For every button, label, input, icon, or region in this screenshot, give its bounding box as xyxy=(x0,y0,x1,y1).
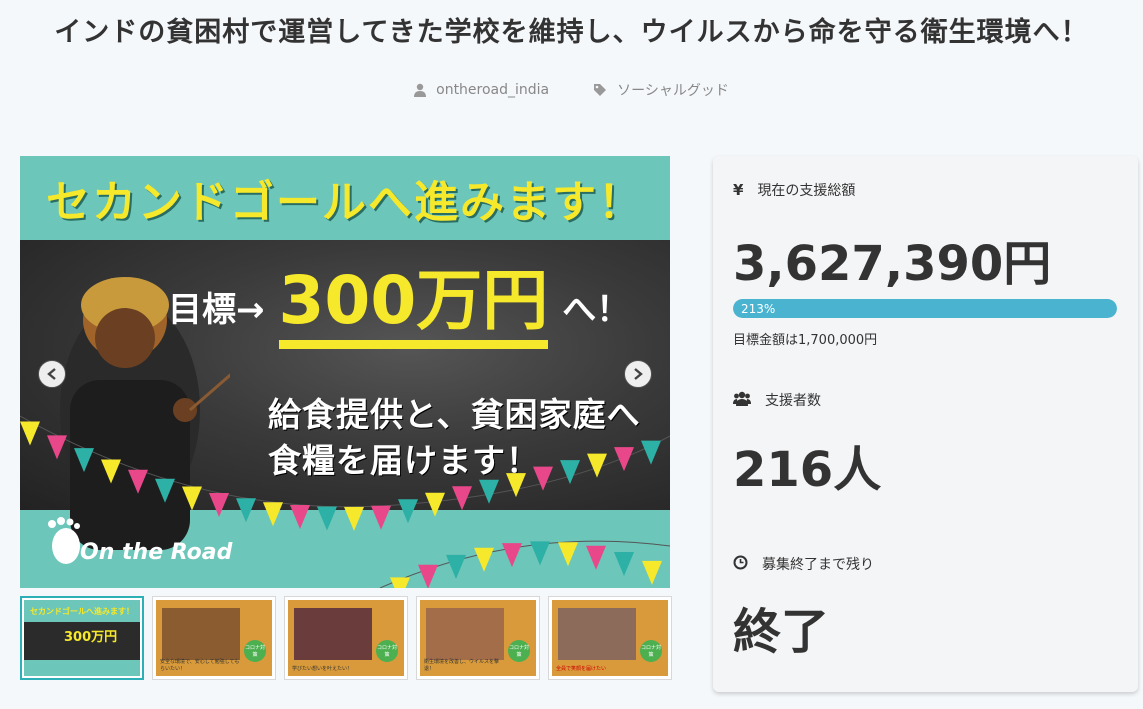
carousel-prev-button[interactable] xyxy=(38,360,66,388)
thumbnail-caption: 全員で笑顔を届けたい xyxy=(556,666,607,672)
total-label-row: ¥ 現在の支援総額 xyxy=(733,180,855,200)
author-link[interactable]: ontheroad_india xyxy=(414,80,549,100)
goal-suffix: へ！ xyxy=(562,290,631,330)
bunting-flag xyxy=(533,466,553,491)
thumbnail-1[interactable]: セカンドゴールへ進みます！ 300万円 xyxy=(20,596,144,680)
thumbnail-strip: セカンドゴールへ進みます！ 300万円 コロナ対策 安全な環境で、安心して勉強し… xyxy=(20,596,672,680)
bunting-flag xyxy=(390,577,410,588)
clock-icon xyxy=(733,555,748,574)
bunting-flag xyxy=(74,448,94,473)
bunting-flag xyxy=(614,447,634,472)
bunting-flag xyxy=(128,469,148,494)
chevron-right-icon xyxy=(633,365,643,384)
yen-icon: ¥ xyxy=(733,181,744,199)
project-meta: ontheroad_india ソーシャルグッド xyxy=(0,80,1143,100)
bunting-flag xyxy=(20,421,40,446)
bunting-flag xyxy=(642,560,662,585)
supporters-label-row: 支援者数 xyxy=(733,390,821,410)
remaining-label: 募集終了まで残り xyxy=(762,557,874,573)
bunting-flag xyxy=(506,473,526,498)
banner-top-band: セカンドゴールへ進みます！ xyxy=(20,156,670,240)
thumbnail-4[interactable]: コロナ対策 衛生環境を改善し、ウイルスを撃退！ xyxy=(416,596,540,680)
bunting-flag xyxy=(317,506,337,531)
bunting-flag xyxy=(418,564,438,588)
bunting-flag xyxy=(425,492,445,517)
thumbnail-badge: コロナ対策 xyxy=(244,640,266,662)
remaining-value: 終了 xyxy=(733,604,830,660)
bunting-flag xyxy=(474,547,494,572)
bunting-flag xyxy=(641,440,661,465)
thumbnail-2[interactable]: コロナ対策 安全な環境で、安心して勉強してもらいたい！ xyxy=(152,596,276,680)
progress-bar: 213% xyxy=(733,299,1117,318)
bunting-flag xyxy=(290,505,310,530)
progress-fill: 213% xyxy=(733,299,1117,318)
bunting-flag xyxy=(155,478,175,503)
thumbnail-badge: コロナ対策 xyxy=(376,640,398,662)
carousel-next-button[interactable] xyxy=(624,360,652,388)
bunting-flag xyxy=(479,479,499,504)
bunting-flag xyxy=(344,506,364,531)
bunting-flag xyxy=(560,460,580,485)
thumbnail-badge: コロナ対策 xyxy=(640,640,662,662)
tag-icon xyxy=(593,83,607,97)
category-name: ソーシャルグッド xyxy=(617,83,729,99)
target-amount: 目標金額は1,700,000円 xyxy=(733,333,878,348)
bunting-flag xyxy=(446,554,466,579)
thumbnail-3[interactable]: コロナ対策 学びたい想いを叶えたい！ xyxy=(284,596,408,680)
author-name: ontheroad_india xyxy=(436,82,550,98)
chevron-left-icon xyxy=(47,365,57,384)
progress-percent: 213% xyxy=(741,301,776,316)
thumbnail-5[interactable]: コロナ対策 全員で笑顔を届けたい xyxy=(548,596,672,680)
users-icon xyxy=(733,391,751,410)
supporters-count: 216人 xyxy=(733,442,882,498)
goal-row: 目標→ 300万円 へ！ xyxy=(168,264,630,349)
bunting-flag xyxy=(452,486,472,511)
bunting-flag xyxy=(586,545,606,570)
goal-amount: 300万円 xyxy=(278,264,549,349)
bunting-flag xyxy=(371,505,391,530)
bunting-flag xyxy=(502,543,522,568)
bunting-flag xyxy=(209,492,229,517)
banner-headline: セカンドゴールへ進みます！ xyxy=(46,177,644,228)
thumbnail-badge: コロナ対策 xyxy=(508,640,530,662)
bunting-flag xyxy=(263,502,283,527)
project-title: インドの貧困村で運営してきた学校を維持し、ウイルスから命を守る衛生環境へ！ xyxy=(54,17,1089,48)
thumbnail-caption: セカンドゴールへ進みます！ xyxy=(24,600,140,622)
bunting-flag xyxy=(530,541,550,566)
total-label: 現在の支援総額 xyxy=(757,183,856,199)
user-icon xyxy=(414,83,427,97)
bunting-flag xyxy=(47,435,67,460)
supporters-label: 支援者数 xyxy=(765,393,821,409)
bunting-flag xyxy=(236,498,256,523)
thumbnail-caption: 衛生環境を改善し、ウイルスを撃退！ xyxy=(424,659,500,672)
main-image[interactable]: セカンドゴールへ進みます！ 目標→ 300万円 へ！ 給食提供と、貧困家庭へ 食… xyxy=(20,156,670,588)
bunting-flag xyxy=(101,459,121,484)
remaining-label-row: 募集終了まで残り xyxy=(733,554,874,574)
bunting-flag xyxy=(182,486,202,511)
total-amount: 3,627,390円 xyxy=(733,236,1052,292)
thumbnail-caption: 学びたい想いを叶えたい！ xyxy=(292,666,353,672)
funding-stats-panel: ¥ 現在の支援総額 3,627,390円 213% 目標金額は1,700,000… xyxy=(713,156,1138,692)
logo-text: On the Road xyxy=(80,540,233,565)
bunting-flag xyxy=(558,542,578,567)
thumbnail-caption: 安全な環境で、安心して勉強してもらいたい！ xyxy=(160,659,240,672)
bunting-flag xyxy=(614,551,634,576)
goal-label: 目標→ xyxy=(168,290,265,330)
category-link[interactable]: ソーシャルグッド xyxy=(593,80,729,100)
bunting-flag xyxy=(398,499,418,524)
